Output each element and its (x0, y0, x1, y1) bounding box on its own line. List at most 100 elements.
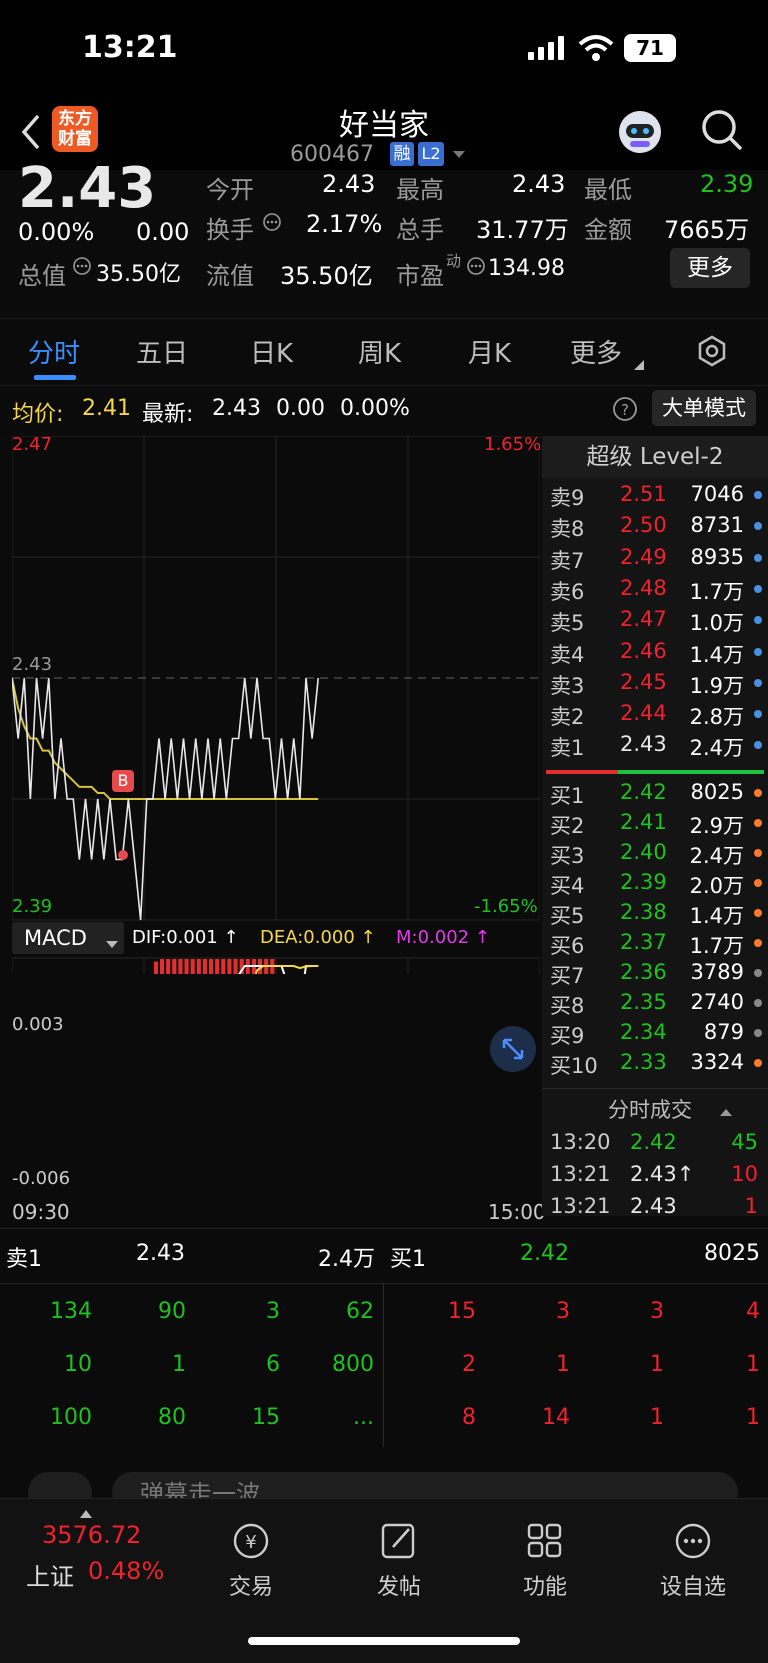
divider (542, 1088, 768, 1089)
trade-row: 13:21 2.43↑ 10 (542, 1162, 768, 1193)
buy-level-row[interactable]: 买1 2.42 8025 (542, 780, 768, 811)
status-dot (754, 1059, 762, 1067)
big-order-mode-button[interactable]: 大单模式 (652, 390, 756, 426)
sell-level-row[interactable]: 卖1 2.43 2.4万 (542, 732, 768, 763)
macd-bar (233, 959, 238, 1019)
avg-label: 均价: (12, 402, 64, 427)
level-price: 2.36 (620, 960, 667, 984)
level-price: 2.40 (620, 840, 667, 864)
buy-level-row[interactable]: 买7 2.36 3789 (542, 960, 768, 991)
info-icon[interactable] (72, 254, 92, 275)
dropdown-icon[interactable] (452, 146, 466, 160)
level-volume: 2740 (690, 990, 744, 1014)
high-value: 2.43 (512, 170, 566, 198)
buy-level-row[interactable]: 买2 2.41 2.9万 (542, 810, 768, 841)
sell-level-row[interactable]: 卖2 2.44 2.8万 (542, 701, 768, 732)
buy-level-row[interactable]: 买10 2.33 3324 (542, 1050, 768, 1081)
buy-level-row[interactable]: 买3 2.40 2.4万 (542, 840, 768, 871)
buy-level-row[interactable]: 买6 2.37 1.7万 (542, 930, 768, 961)
level-price: 2.42 (620, 780, 667, 804)
info-icon[interactable] (262, 210, 282, 231)
tab-more[interactable]: 更多 (570, 333, 622, 370)
expand-icon[interactable] (490, 1026, 536, 1072)
tab-functions[interactable]: 功能 (500, 1521, 590, 1601)
status-time: 13:21 (82, 30, 178, 65)
intraday-chart[interactable]: 2.47 2.43 2.39 1.65% -1.65% B MACD DIF:0… (11, 434, 541, 1149)
sell-level-row[interactable]: 卖3 2.45 1.9万 (542, 670, 768, 701)
more-button[interactable]: 更多 (670, 248, 750, 288)
level-label: 卖9 (550, 486, 585, 510)
index-name[interactable]: 上证 (26, 1557, 74, 1592)
queue-buy-order: 1 (650, 1352, 664, 1377)
low-value: 2.39 (700, 170, 754, 198)
level-volume: 2.4万 (689, 844, 744, 868)
price-axis-bottom: 2.39 (12, 896, 53, 917)
level-price: 2.45 (620, 669, 667, 694)
tab-monthly-k[interactable]: 月K (468, 333, 511, 370)
change-value: 0.00 (136, 218, 190, 246)
last-label: 最新: (142, 402, 194, 427)
index-pct[interactable]: 0.48% (88, 1557, 164, 1585)
trade-row: 13:20 2.42 45 (542, 1130, 768, 1161)
signal-icon (528, 36, 568, 60)
float-value: 35.50亿 (280, 262, 373, 290)
level-volume: 3324 (690, 1050, 744, 1074)
queue-buy-order: 3 (650, 1299, 664, 1324)
collapse-icon[interactable] (720, 1102, 732, 1116)
sell-level-row[interactable]: 卖9 2.51 7046 (542, 482, 768, 513)
sell-level-row[interactable]: 卖7 2.49 8935 (542, 545, 768, 576)
trade-icon: ¥ (233, 1523, 269, 1559)
level-price: 2.39 (620, 870, 667, 894)
queue-sell-order: 80 (158, 1405, 186, 1430)
buy-level-row[interactable]: 买4 2.39 2.0万 (542, 870, 768, 901)
gear-icon[interactable] (694, 333, 730, 369)
tab-functions-label: 功能 (522, 1575, 567, 1600)
volume-label: 总手 (396, 216, 444, 244)
status-dot (754, 647, 762, 656)
macd-bar (153, 961, 158, 1019)
buy-marker[interactable]: B (112, 770, 134, 792)
pct-axis-bottom: -1.65% (474, 896, 538, 917)
search-icon[interactable] (700, 108, 744, 152)
pe-superscript: 动 (446, 252, 462, 270)
tab-intraday[interactable]: 分时 (28, 333, 80, 370)
queue-buy-order: 3 (556, 1299, 570, 1324)
tab-daily-k[interactable]: 日K (250, 333, 293, 370)
level-label: 买1 (550, 784, 585, 808)
sell-level-row[interactable]: 卖5 2.47 1.0万 (542, 607, 768, 638)
pe-value: 134.98 (488, 256, 565, 281)
sell-level-row[interactable]: 卖6 2.48 1.7万 (542, 576, 768, 607)
level-price: 2.49 (620, 544, 667, 569)
tab-five-day[interactable]: 五日 (136, 333, 188, 370)
level-price: 2.34 (620, 1020, 667, 1044)
dea-value: DEA:0.000 ↑ (260, 927, 376, 948)
level-label: 卖3 (550, 673, 585, 698)
trade-price: 2.43↑ (630, 1162, 695, 1186)
tab-trade[interactable]: ¥ 交易 (206, 1521, 296, 1601)
buy-level-row[interactable]: 买9 2.34 879 (542, 1020, 768, 1051)
tab-add-watchlist[interactable]: 设自选 (648, 1521, 738, 1601)
open-value: 2.43 (322, 170, 376, 198)
tab-weekly-k[interactable]: 周K (358, 333, 401, 370)
time-axis-start: 09:30 (12, 1200, 70, 1224)
help-icon[interactable]: ? (612, 396, 638, 422)
index-value[interactable]: 3576.72 (42, 1521, 141, 1549)
status-dot (754, 710, 762, 719)
queue-sell-order: 134 (50, 1299, 92, 1324)
last-change: 0.00 (276, 396, 325, 421)
grid-icon (527, 1523, 562, 1558)
tab-post[interactable]: 发帖 (354, 1521, 444, 1601)
divider (0, 1283, 768, 1284)
info-icon[interactable] (466, 254, 486, 275)
level-label: 买5 (550, 904, 585, 928)
queue-buy-label: 买1 (390, 1247, 426, 1272)
robot-assistant-icon[interactable] (616, 108, 664, 156)
price-axis-mid: 2.43 (12, 654, 53, 675)
buy-level-row[interactable]: 买8 2.35 2740 (542, 990, 768, 1021)
level-volume: 1.4万 (689, 642, 744, 667)
level-volume: 2.8万 (689, 705, 744, 730)
sell-level-row[interactable]: 卖4 2.46 1.4万 (542, 639, 768, 670)
buy-level-row[interactable]: 买5 2.38 1.4万 (542, 900, 768, 931)
trade-row: 13:21 2.43 1 (542, 1194, 768, 1225)
sell-level-row[interactable]: 卖8 2.50 8731 (542, 513, 768, 544)
